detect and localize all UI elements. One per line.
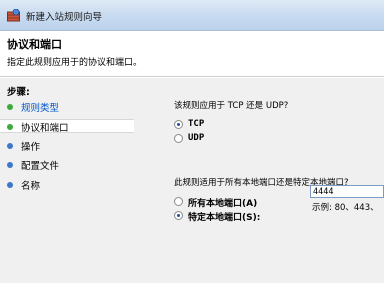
radio-unchecked-icon [174,134,183,143]
step-bullet-icon [7,104,13,110]
step-bullet-icon [7,162,13,168]
step-label: 协议和端口 [21,123,69,134]
step-label: 配置文件 [21,161,60,172]
options-panel: 该规则应用于 TCP 还是 UDP? TCP UDP 此规则适用于所有本地端口还… [146,78,384,283]
step-bullet-icon [7,124,13,130]
radio-checked-icon [174,120,183,129]
step-bullet-icon [7,182,13,188]
step-label: 名称 [21,181,41,192]
local-ports-input[interactable] [310,185,384,198]
title-bar: 新建入站规则向导 [0,0,384,31]
radio-unchecked-icon [174,197,183,206]
specific-local-ports-label: 特定本地端口(S): [188,213,261,223]
step-label: 规则类型 [21,103,60,114]
step-label: 操作 [21,142,41,153]
ports-example: 示例: 80、443、 [312,203,379,213]
protocol-question: 该规则应用于 TCP 还是 UDP? [174,101,289,111]
step-bullet-icon [7,143,13,149]
udp-radio-label: UDP [188,133,205,143]
radio-checked-icon [174,211,183,220]
tcp-radio-label: TCP [188,119,205,129]
all-local-ports-label: 所有本地端口(A) [188,199,258,209]
firewall-app-icon [7,9,20,22]
window-title: 新建入站规则向导 [26,12,103,23]
page-subtitle: 指定此规则应用于的协议和端口。 [7,58,143,68]
steps-label: 步骤: [7,87,30,98]
wizard-content: 步骤: 规则类型 协议和端口 操作 配置文件 名称 该规则应用于 TCP 还是 … [0,78,384,283]
page-title: 协议和端口 [7,38,62,51]
step-protocol-and-ports[interactable]: 协议和端口 [0,119,134,134]
page-header: 协议和端口 指定此规则应用于的协议和端口。 [0,31,384,77]
